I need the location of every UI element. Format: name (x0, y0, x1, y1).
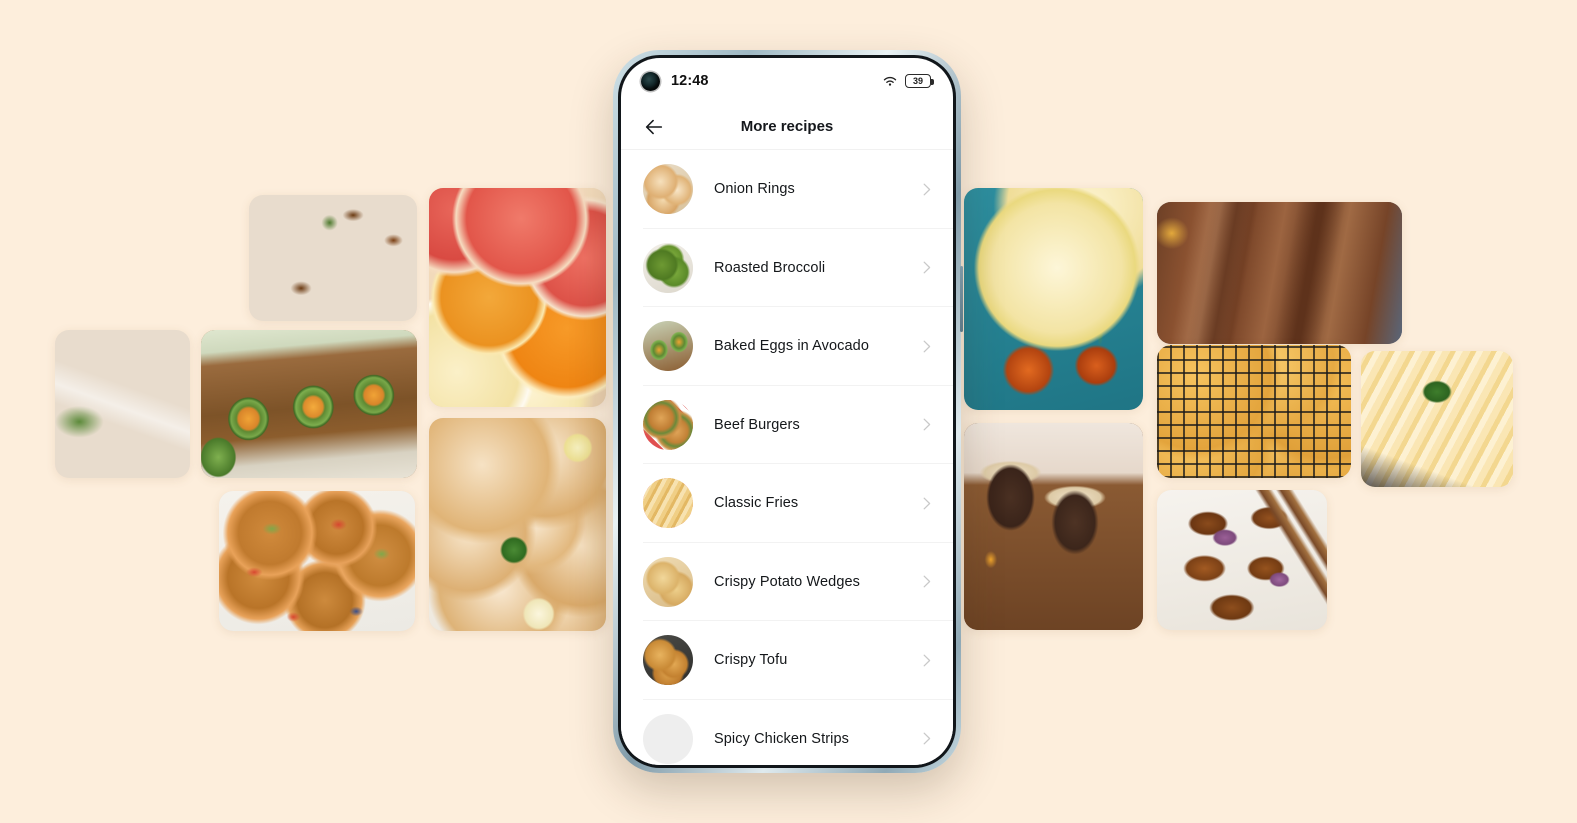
tacos-photo-art (219, 491, 415, 631)
recipe-name-label: Crispy Tofu (714, 652, 788, 669)
photo-fried-nuggets (429, 418, 606, 631)
recipe-row[interactable]: Roasted Broccoli (621, 229, 953, 308)
thumb-art (643, 478, 693, 529)
chevron-right-icon (923, 497, 931, 510)
photo-butter-cookies (1157, 345, 1351, 478)
wifi-icon (883, 76, 897, 86)
recipe-name-label: Onion Rings (714, 181, 795, 198)
phone-bezel: 12:48 39 More recipes Onion Rings Roaste… (618, 55, 956, 768)
recipe-list[interactable]: Onion Rings Roasted Broccoli Baked Eggs in… (621, 150, 953, 765)
photo-flan-cake (55, 330, 190, 478)
recipe-row[interactable]: Baked Eggs in Avocado (621, 307, 953, 386)
recipe-row[interactable]: Spicy Chicken Strips (621, 700, 953, 766)
photo-pork-stirfry (1157, 490, 1327, 630)
thumb-art (643, 714, 693, 764)
beef-burgers-thumb (643, 399, 693, 450)
thumb-art (643, 242, 693, 293)
recipe-name-label: Beef Burgers (714, 416, 800, 433)
battery-icon: 39 (905, 74, 934, 88)
recipe-row[interactable]: Crispy Tofu (621, 621, 953, 700)
status-time: 12:48 (671, 73, 709, 89)
recipe-name-label: Roasted Broccoli (714, 259, 826, 276)
mousse-photo-art (964, 423, 1143, 630)
citrus-photo-art (429, 188, 606, 407)
steak-photo-art (1157, 202, 1402, 344)
chevron-right-icon (923, 183, 931, 196)
chevron-right-icon (923, 575, 931, 588)
classic-fries-thumb (643, 478, 693, 529)
cheesefries-photo-art (1361, 351, 1513, 487)
chevron-right-icon (923, 340, 931, 353)
onion-rings-thumb (643, 164, 693, 215)
recipe-name-label: Spicy Chicken Strips (714, 730, 849, 747)
poster-stage: 12:48 39 More recipes Onion Rings Roaste… (0, 0, 1577, 823)
recipe-row[interactable]: Onion Rings (621, 150, 953, 229)
tarts-photo-art (249, 195, 417, 321)
photo-sliced-steak (1157, 202, 1402, 344)
chevron-right-icon (923, 418, 931, 431)
porkstirfry-photo-art (1157, 490, 1327, 630)
recipe-row[interactable]: Classic Fries (621, 464, 953, 543)
phone-device-mockup: 12:48 39 More recipes Onion Rings Roaste… (613, 50, 963, 773)
cookies-photo-art (1157, 345, 1351, 478)
power-button[interactable] (960, 266, 963, 332)
phone-screen: 12:48 39 More recipes Onion Rings Roaste… (621, 58, 953, 765)
status-indicators: 39 (882, 74, 934, 88)
avocado-photo-art (201, 330, 417, 478)
photo-grilled-chicken (964, 188, 1143, 410)
nuggets-photo-art (429, 418, 606, 631)
crispy-tofu-thumb (643, 635, 693, 686)
chicken-photo-art (964, 188, 1143, 410)
thumb-art (643, 635, 693, 686)
page-title: More recipes (740, 118, 834, 135)
thumb-art (643, 399, 693, 450)
thumb-art (643, 164, 693, 215)
recipe-row[interactable]: Beef Burgers (621, 386, 953, 465)
roasted-broccoli-thumb (643, 242, 693, 293)
recipe-name-label: Classic Fries (714, 495, 799, 512)
chevron-right-icon (923, 654, 931, 667)
battery-level-label: 39 (912, 75, 923, 86)
recipe-row[interactable]: Crispy Potato Wedges (621, 543, 953, 622)
photo-cheese-fries (1361, 351, 1513, 487)
thumb-art (643, 556, 693, 607)
recipe-name-label: Baked Eggs in Avocado (714, 338, 870, 355)
back-button[interactable] (641, 114, 667, 140)
photo-egg-tarts (249, 195, 417, 321)
chevron-right-icon (923, 261, 931, 274)
photo-baked-avocado (201, 330, 417, 478)
photo-chocolate-mousse (964, 423, 1143, 630)
photo-taco-cups (219, 491, 415, 631)
chevron-right-icon (923, 732, 931, 745)
arrow-left-icon (645, 119, 663, 134)
baked-eggs-avocado-thumb (643, 321, 693, 372)
app-bar: More recipes (621, 104, 953, 150)
punch-hole-camera-icon (641, 71, 660, 91)
photo-citrus-slices (429, 188, 606, 407)
spicy-chicken-strips-thumb (643, 713, 693, 764)
thumb-art (643, 321, 693, 372)
recipe-name-label: Crispy Potato Wedges (714, 573, 860, 590)
status-bar: 12:48 39 (621, 58, 953, 104)
crispy-potato-wedges-thumb (643, 556, 693, 607)
flan-photo-art (55, 330, 190, 478)
